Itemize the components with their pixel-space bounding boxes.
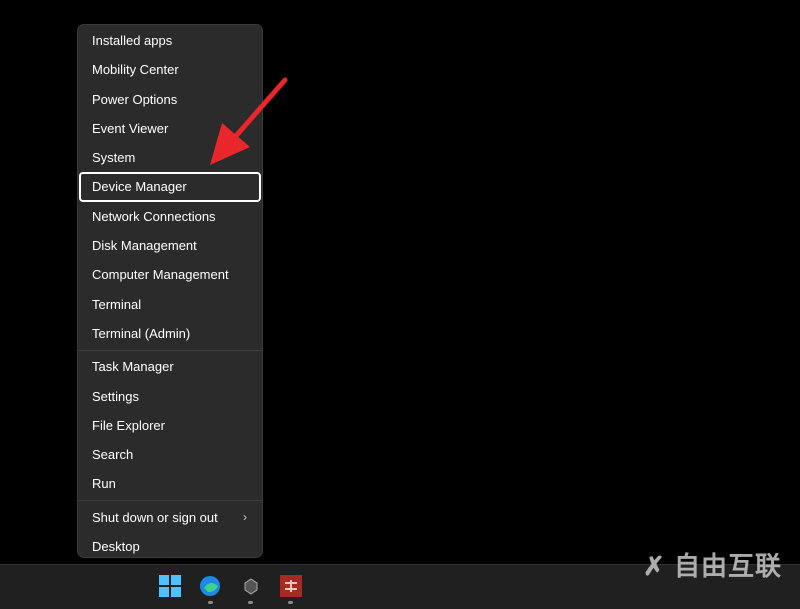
menu-item-label: File Explorer	[92, 417, 165, 433]
menu-item-desktop[interactable]: Desktop	[79, 532, 261, 561]
menu-item-device-manager[interactable]: Device Manager	[79, 172, 261, 202]
edge-icon[interactable]	[199, 575, 221, 597]
menu-item-run[interactable]: Run	[79, 469, 261, 498]
menu-item-label: Search	[92, 447, 134, 463]
menu-item-label: Device Manager	[92, 179, 187, 195]
menu-item-label: Shut down or sign out	[92, 509, 218, 525]
menu-item-settings[interactable]: Settings	[79, 382, 261, 411]
menu-item-label: Installed apps	[92, 33, 173, 48]
menu-separator	[78, 349, 262, 351]
menu-item-label: Mobility Center	[92, 62, 179, 78]
watermark-logo: ✗ 自由互联	[642, 551, 782, 581]
app-icon[interactable]	[240, 575, 262, 597]
windows-start-icon[interactable]	[159, 575, 181, 597]
annotation-arrow-icon	[210, 77, 288, 165]
menu-item-label: Terminal (Admin)	[92, 325, 191, 341]
menu-item-terminal-admin[interactable]: Terminal (Admin)	[79, 319, 261, 348]
menu-item-label: Power Options	[92, 91, 178, 107]
menu-item-label: Desktop	[92, 539, 140, 555]
menu-item-computer-management[interactable]: Computer Management	[79, 260, 261, 289]
menu-item-label: System	[92, 150, 136, 166]
menu-item-file-explorer[interactable]: File Explorer	[79, 411, 261, 440]
menu-item-label: Network Connections	[92, 208, 216, 224]
app-red-icon[interactable]	[280, 575, 302, 597]
menu-item-disk-management[interactable]: Disk Management	[79, 231, 261, 260]
menu-separator	[78, 500, 262, 502]
menu-item-label: Task Manager	[92, 359, 174, 375]
menu-item-network-connections[interactable]: Network Connections	[79, 202, 261, 231]
menu-item-task-manager[interactable]: Task Manager	[79, 352, 261, 381]
menu-item-label: Event Viewer	[92, 120, 169, 136]
menu-item-label: Terminal	[92, 296, 142, 312]
menu-item-label: Computer Management	[92, 267, 229, 283]
chevron-right-icon: ›	[243, 509, 247, 524]
menu-item-search[interactable]: Search	[79, 440, 261, 469]
menu-item-terminal[interactable]: Terminal	[79, 290, 261, 319]
menu-item-installed-apps[interactable]: Installed apps	[79, 26, 261, 55]
menu-item-label: Run	[92, 476, 116, 492]
menu-item-label: Settings	[92, 388, 139, 404]
menu-item-label: Disk Management	[92, 238, 197, 254]
menu-item-shut-down-or-sign-out[interactable]: Shut down or sign out ›	[79, 503, 261, 532]
